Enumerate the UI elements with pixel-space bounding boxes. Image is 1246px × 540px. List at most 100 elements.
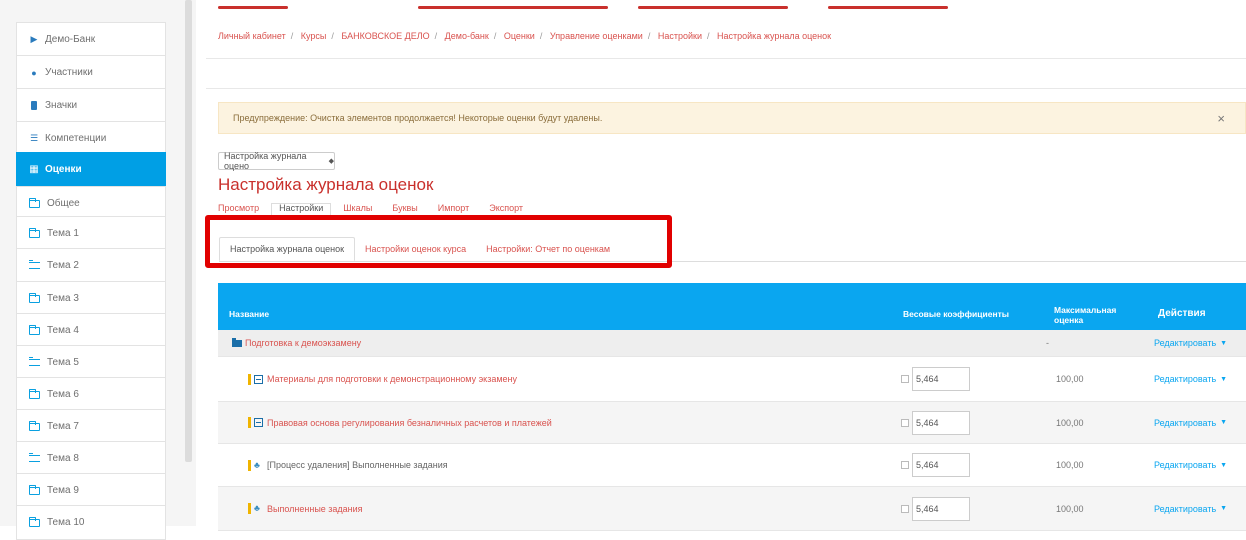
sidebar-item-topic-10[interactable]: Тема 10 <box>16 505 166 540</box>
sidebar-item-badges[interactable]: Значки <box>16 88 166 123</box>
column-weight-header: Весовые коэффициенты <box>903 309 1009 319</box>
sidebar-item-label: Тема 8 <box>47 453 79 464</box>
move-handle-icon[interactable] <box>248 417 251 428</box>
category-row: Подготовка к демоэкзамену - Редактироват… <box>218 330 1246 357</box>
breadcrumb-grades[interactable]: Оценки <box>504 31 535 41</box>
move-handle-icon[interactable] <box>248 373 251 385</box>
table-row: ♣ [Процесс удаления] Выполненные задания… <box>218 444 1246 487</box>
max-grade-cell: 100,00 <box>1056 374 1084 384</box>
item-name-cell[interactable]: Материалы для подготовки к демонстрацион… <box>248 357 517 401</box>
breadcrumb-gradebook-setup[interactable]: Настройка журнала оценок <box>717 31 831 41</box>
folder-icon <box>29 292 40 303</box>
edit-menu[interactable]: Редактировать ▼ <box>1154 402 1227 443</box>
cropped-heading-strip <box>218 6 958 10</box>
weight-override-checkbox[interactable] <box>901 461 909 469</box>
edit-menu-label: Редактировать <box>1154 503 1217 514</box>
sidebar-item-topic-3[interactable]: Тема 3 <box>16 281 166 316</box>
divider <box>206 88 1246 89</box>
move-handle-icon[interactable] <box>248 459 251 471</box>
folder-icon <box>232 337 242 347</box>
chevron-down-icon: ▼ <box>1220 505 1228 512</box>
move-handle-icon[interactable] <box>248 503 251 514</box>
sidebar-item-label: Тема 9 <box>47 485 79 496</box>
report-select[interactable]: Настройка журнала оцено ◆ <box>218 151 335 171</box>
sidebar-item-grades[interactable]: ▦ Оценки <box>16 152 166 187</box>
sidebar-item-topic-2[interactable]: Тема 2 <box>16 248 166 283</box>
max-grade-cell: 100,00 <box>1056 417 1084 428</box>
assignment-icon: ♣ <box>254 503 260 513</box>
weight-override-checkbox[interactable] <box>901 418 909 427</box>
table-row: ♣ Выполненные задания 5,464 100,00 Редак… <box>218 487 1246 531</box>
sidebar-item-competencies[interactable]: ☰ Компетенции <box>16 121 166 156</box>
folder-icon <box>29 516 40 527</box>
sidebar-item-topic-6[interactable]: Тема 6 <box>16 377 166 412</box>
breadcrumb: Личный кабинет / Курсы / БАНКОВСКОЕ ДЕЛО / … <box>218 31 832 41</box>
sidebar-item-topic-1[interactable]: Тема 1 <box>16 216 166 251</box>
grades-icon: ▦ <box>29 164 39 175</box>
breadcrumb-course[interactable]: Демо-банк <box>445 31 489 41</box>
item-name[interactable]: Выполненные задания <box>267 504 363 514</box>
breadcrumb-dashboard[interactable]: Личный кабинет <box>218 31 286 41</box>
sidebar-item-label: Тема 1 <box>47 228 79 239</box>
users-icon: ● <box>31 67 37 78</box>
sidebar-item-topic-5[interactable]: Тема 5 <box>16 345 166 380</box>
breadcrumb-grade-admin[interactable]: Управление оценками <box>550 31 643 41</box>
weight-override-checkbox[interactable] <box>901 375 909 383</box>
sidebar-item-label: Общее <box>47 198 80 209</box>
sidebar-item-label: Значки <box>45 100 78 111</box>
max-grade-cell: 100,00 <box>1056 460 1084 470</box>
breadcrumb-course-category[interactable]: БАНКОВСКОЕ ДЕЛО <box>341 31 429 41</box>
sidebar-item-topic-7[interactable]: Тема 7 <box>16 409 166 444</box>
weight-input[interactable]: 5,464 <box>912 496 970 521</box>
bank-icon: ▶ <box>30 34 38 44</box>
alert-text: Предупреждение: Очистка элементов продол… <box>233 113 603 123</box>
weight-override-checkbox[interactable] <box>901 504 909 513</box>
item-name[interactable]: [Процесс удаления] Выполненные задания <box>267 460 448 470</box>
edit-menu[interactable]: Редактировать ▼ <box>1154 357 1227 401</box>
category-name[interactable]: Подготовка к демоэкзамену <box>245 338 361 348</box>
item-name-cell[interactable]: ♣ Выполненные задания <box>248 487 363 530</box>
close-icon[interactable]: × <box>1217 111 1225 126</box>
report-select-value: Настройка журнала оцено <box>224 151 307 171</box>
sidebar-item-topic-9[interactable]: Тема 9 <box>16 473 166 508</box>
item-name-cell[interactable]: ♣ [Процесс удаления] Выполненные задания <box>248 444 448 486</box>
sidebar-item-label: Оценки <box>45 164 82 175</box>
edit-menu-label: Редактировать <box>1154 417 1217 428</box>
warning-alert: Предупреждение: Очистка элементов продол… <box>218 102 1246 134</box>
edit-menu[interactable]: Редактировать ▼ <box>1154 330 1227 356</box>
column-actions-header: Действия <box>1158 308 1206 319</box>
weight-input[interactable]: 5,464 <box>912 453 970 477</box>
category-name-cell[interactable]: Подготовка к демоэкзамену <box>232 330 361 356</box>
resource-icon <box>254 374 263 384</box>
item-name[interactable]: Правовая основа регулирования безналичны… <box>267 418 552 428</box>
sidebar-item-label: Тема 5 <box>47 357 79 368</box>
weight-cell: 5,464 <box>901 402 970 443</box>
table-row: Материалы для подготовки к демонстрацион… <box>218 357 1246 402</box>
weight-cell: 5,464 <box>901 357 970 401</box>
badge-icon <box>31 101 37 110</box>
chevron-down-icon: ▼ <box>1220 375 1228 383</box>
breadcrumb-courses[interactable]: Курсы <box>301 31 327 41</box>
chevron-down-icon: ▼ <box>1220 339 1228 347</box>
select-caret-icon: ◆ <box>328 158 334 165</box>
sidebar-item-topic-4[interactable]: Тема 4 <box>16 313 166 348</box>
weight-input[interactable]: 5,464 <box>912 367 970 391</box>
sidebar-item-label: Тема 6 <box>47 389 79 400</box>
sidebar-item-topic-8[interactable]: Тема 8 <box>16 441 166 476</box>
sidebar-item-demo-bank[interactable]: ▶ Демо-Банк <box>16 22 166 57</box>
item-name[interactable]: Материалы для подготовки к демонстрацион… <box>267 374 517 384</box>
breadcrumb-settings[interactable]: Настройки <box>658 31 702 41</box>
highlight-box <box>205 215 672 268</box>
sidebar-item-participants[interactable]: ● Участники <box>16 55 166 90</box>
table-header: Название Весовые коэффициенты Максимальн… <box>218 283 1246 330</box>
weight-input[interactable]: 5,464 <box>912 410 970 435</box>
item-name-cell[interactable]: Правовая основа регулирования безналичны… <box>248 402 552 443</box>
weight-cell: 5,464 <box>901 444 970 486</box>
folder-icon <box>29 227 40 238</box>
sidebar-scrollbar[interactable] <box>185 0 192 462</box>
weight-cell: 5,464 <box>901 487 970 530</box>
sidebar-item-label: Компетенции <box>45 133 107 144</box>
column-max-grade-header: Максимальная оценка <box>1054 283 1116 330</box>
edit-menu[interactable]: Редактировать ▼ <box>1154 487 1227 530</box>
edit-menu[interactable]: Редактировать ▼ <box>1154 444 1227 486</box>
